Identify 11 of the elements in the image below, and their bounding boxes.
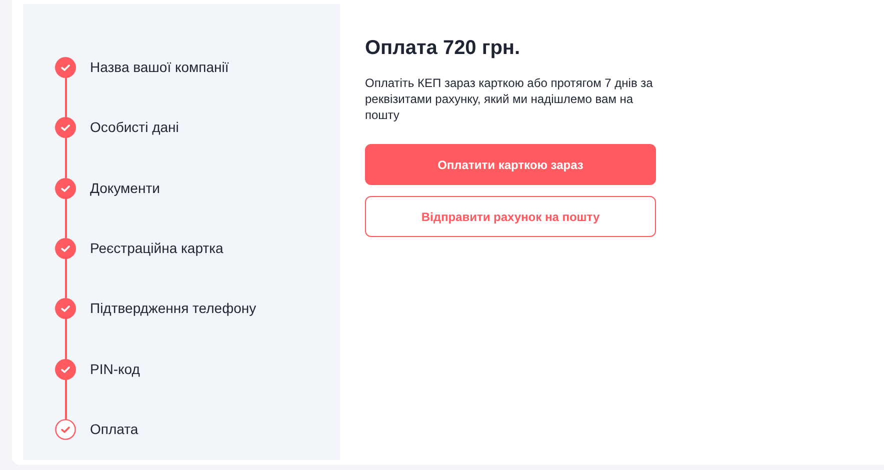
payment-title: Оплата 720 грн. — [365, 36, 522, 61]
payment-description: Оплатіть КЕП зараз карткою або протягом 7 днів за реквізитами рахунку, який ми надішлемо вам на пошту — [365, 75, 654, 123]
step-label: Особисті дані — [90, 118, 179, 138]
send-invoice-button[interactable]: Відправити рахунок на пошту — [365, 196, 656, 237]
step-label: Назва вашої компанії — [90, 58, 229, 77]
step-label: PIN-код — [90, 360, 140, 379]
pay-button[interactable]: Оплатити карткою зараз — [365, 144, 656, 185]
step-label: Реєстраційна картка — [90, 238, 224, 258]
step-label: Оплата — [90, 420, 138, 440]
step-label: Документи — [90, 178, 160, 198]
step-label: Підтвердження телефону — [90, 299, 256, 318]
